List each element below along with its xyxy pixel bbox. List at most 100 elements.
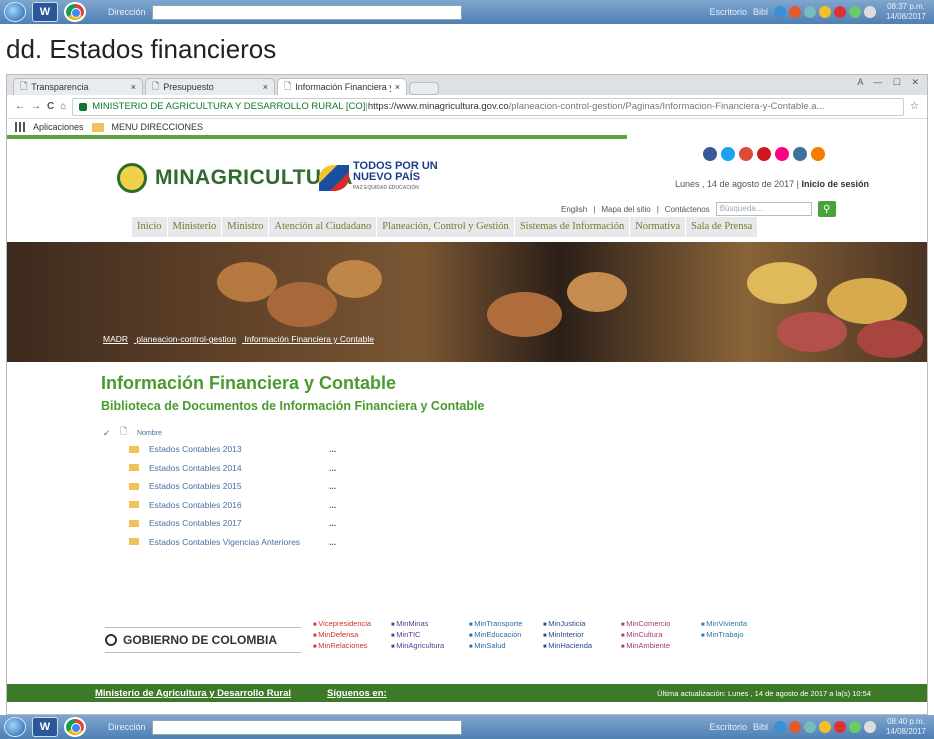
bibl-label[interactable]: Bibl (753, 7, 768, 17)
new-tab-button[interactable] (409, 82, 439, 95)
googleplus-icon[interactable] (739, 147, 753, 161)
back-icon[interactable]: ← (15, 101, 25, 112)
site-search-input[interactable]: Búsqueda... (715, 202, 812, 216)
ministry-link[interactable]: MinTrabajo (701, 630, 747, 641)
bookmark-apps[interactable]: Aplicaciones (33, 122, 84, 132)
tray-icon[interactable] (774, 721, 786, 733)
ministry-link[interactable]: MinMinas (391, 619, 444, 630)
folder-link[interactable]: Estados Contables 2015 (149, 481, 329, 491)
bookmark-menu-direcciones[interactable]: MENU DIRECCIONES (112, 122, 204, 132)
chrome-icon[interactable] (64, 2, 86, 22)
close-icon[interactable]: × (131, 82, 136, 92)
nav-inicio[interactable]: Inicio (131, 217, 167, 237)
breadcrumb-madr[interactable]: MADR (103, 334, 128, 344)
ministry-link[interactable]: MinTransporte (469, 619, 522, 630)
clock[interactable]: 08:40 p.m. 14/08/2017 (882, 717, 930, 737)
more-options-icon[interactable]: ... (329, 444, 336, 454)
instagram-icon[interactable] (793, 147, 807, 161)
ministry-link[interactable]: Vicepresidencia (313, 619, 371, 630)
list-item[interactable]: Estados Contables 2013... (103, 440, 336, 459)
nav-ministro[interactable]: Ministro (221, 217, 268, 237)
close-icon[interactable]: × (395, 82, 400, 92)
tray-icon[interactable] (834, 721, 846, 733)
tray-icon[interactable] (789, 6, 801, 18)
more-options-icon[interactable]: ... (329, 500, 336, 510)
search-icon[interactable]: ⚲ (817, 201, 836, 217)
breadcrumb-planeacion[interactable]: planeacion-control-gestion (136, 334, 236, 344)
clock[interactable]: 08:37 p.m. 14/08/2017 (882, 2, 930, 22)
list-item[interactable]: Estados Contables 2014... (103, 459, 336, 478)
tray-icon[interactable] (849, 721, 861, 733)
chrome-icon[interactable] (64, 717, 86, 737)
ministry-link[interactable]: MinRelaciones (313, 641, 371, 652)
footer-ministry-link[interactable]: Ministerio de Agricultura y Desarrollo R… (95, 688, 291, 699)
home-icon[interactable]: ⌂ (60, 101, 66, 112)
close-icon[interactable]: × (263, 82, 268, 92)
more-options-icon[interactable]: ... (329, 463, 336, 473)
nav-atencion[interactable]: Atención al Ciudadano (268, 217, 376, 237)
checkmark-icon[interactable]: ✓ (103, 428, 110, 439)
list-item[interactable]: Estados Contables 2017... (103, 514, 336, 533)
tray-icon[interactable] (804, 6, 816, 18)
nav-planeacion[interactable]: Planeación, Control y Gestión (376, 217, 514, 237)
ministry-link[interactable]: MinComercio (621, 619, 670, 630)
more-options-icon[interactable]: ... (329, 537, 336, 547)
flickr-icon[interactable] (775, 147, 789, 161)
forward-icon[interactable]: → (31, 101, 41, 112)
tray-icon[interactable] (804, 721, 816, 733)
tab-informacion-financiera[interactable]: 🗋 Información Financiera y × (277, 78, 407, 95)
tray-icon[interactable] (774, 6, 786, 18)
tray-icon[interactable] (789, 721, 801, 733)
volume-icon[interactable] (864, 721, 876, 733)
tab-presupuesto[interactable]: 🗋 Presupuesto × (145, 78, 275, 95)
list-item[interactable]: Estados Contables 2016... (103, 496, 336, 515)
star-icon[interactable]: ☆ (910, 101, 919, 112)
folder-link[interactable]: Estados Contables 2016 (149, 500, 329, 510)
ministry-link[interactable]: MinAmbiente (621, 641, 670, 652)
word-icon[interactable]: W (32, 2, 58, 22)
address-field[interactable] (151, 4, 462, 20)
nav-sistemas[interactable]: Sistemas de Información (513, 217, 629, 237)
volume-icon[interactable] (864, 6, 876, 18)
minagricultura-logo[interactable]: MINAGRICULTURA (117, 163, 353, 193)
nav-ministerio[interactable]: Ministerio (166, 217, 222, 237)
more-options-icon[interactable]: ... (329, 518, 336, 528)
folder-link[interactable]: Estados Contables 2013 (149, 444, 329, 454)
bibl-label[interactable]: Bibl (753, 722, 768, 732)
ministry-link[interactable]: MinInterior (543, 630, 592, 641)
ministry-link[interactable]: MinSalud (469, 641, 522, 652)
gobierno-logo[interactable]: GOBIERNO DE COLOMBIA (105, 627, 301, 653)
column-name-header[interactable]: Nombre (137, 430, 162, 437)
tray-icon[interactable] (819, 721, 831, 733)
reload-icon[interactable]: C (47, 101, 54, 112)
ministry-link[interactable]: MinAgricultura (391, 641, 444, 652)
tab-transparencia[interactable]: 🗋 Transparencia × (13, 78, 143, 95)
facebook-icon[interactable] (703, 147, 717, 161)
folder-link[interactable]: Estados Contables 2014 (149, 463, 329, 473)
url-bar[interactable]: MINISTERIO DE AGRICULTURA Y DESARROLLO R… (72, 97, 905, 116)
list-item[interactable]: Estados Contables 2015... (103, 477, 336, 496)
twitter-icon[interactable] (721, 147, 735, 161)
ministry-link[interactable]: MinTIC (391, 630, 444, 641)
more-options-icon[interactable]: ... (329, 481, 336, 491)
start-orb-icon[interactable] (4, 717, 26, 737)
english-link[interactable]: English (561, 205, 587, 214)
nav-normativa[interactable]: Normativa (629, 217, 685, 237)
start-orb-icon[interactable] (4, 2, 26, 22)
login-link[interactable]: Inicio de sesión (801, 179, 869, 189)
address-field[interactable] (151, 719, 462, 735)
ministry-link[interactable]: MinJusticia (543, 619, 592, 630)
ministry-link[interactable]: MinCultura (621, 630, 670, 641)
window-controls[interactable]: A — ☐ ✕ (857, 77, 923, 88)
sitemap-link[interactable]: Mapa del sitio (601, 205, 650, 214)
ministry-link[interactable]: MinEducación (469, 630, 522, 641)
ministry-link[interactable]: MinDefensa (313, 630, 371, 641)
footer-follow-link[interactable]: Síguenos en: (327, 688, 387, 699)
apps-icon[interactable] (15, 122, 25, 132)
contact-link[interactable]: Contáctenos (665, 205, 710, 214)
rss-icon[interactable] (811, 147, 825, 161)
tray-icon[interactable] (849, 6, 861, 18)
ministry-link[interactable]: MinVivienda (701, 619, 747, 630)
ministry-link[interactable]: MinHacienda (543, 641, 592, 652)
desktop-label[interactable]: Escritorio (709, 7, 747, 17)
